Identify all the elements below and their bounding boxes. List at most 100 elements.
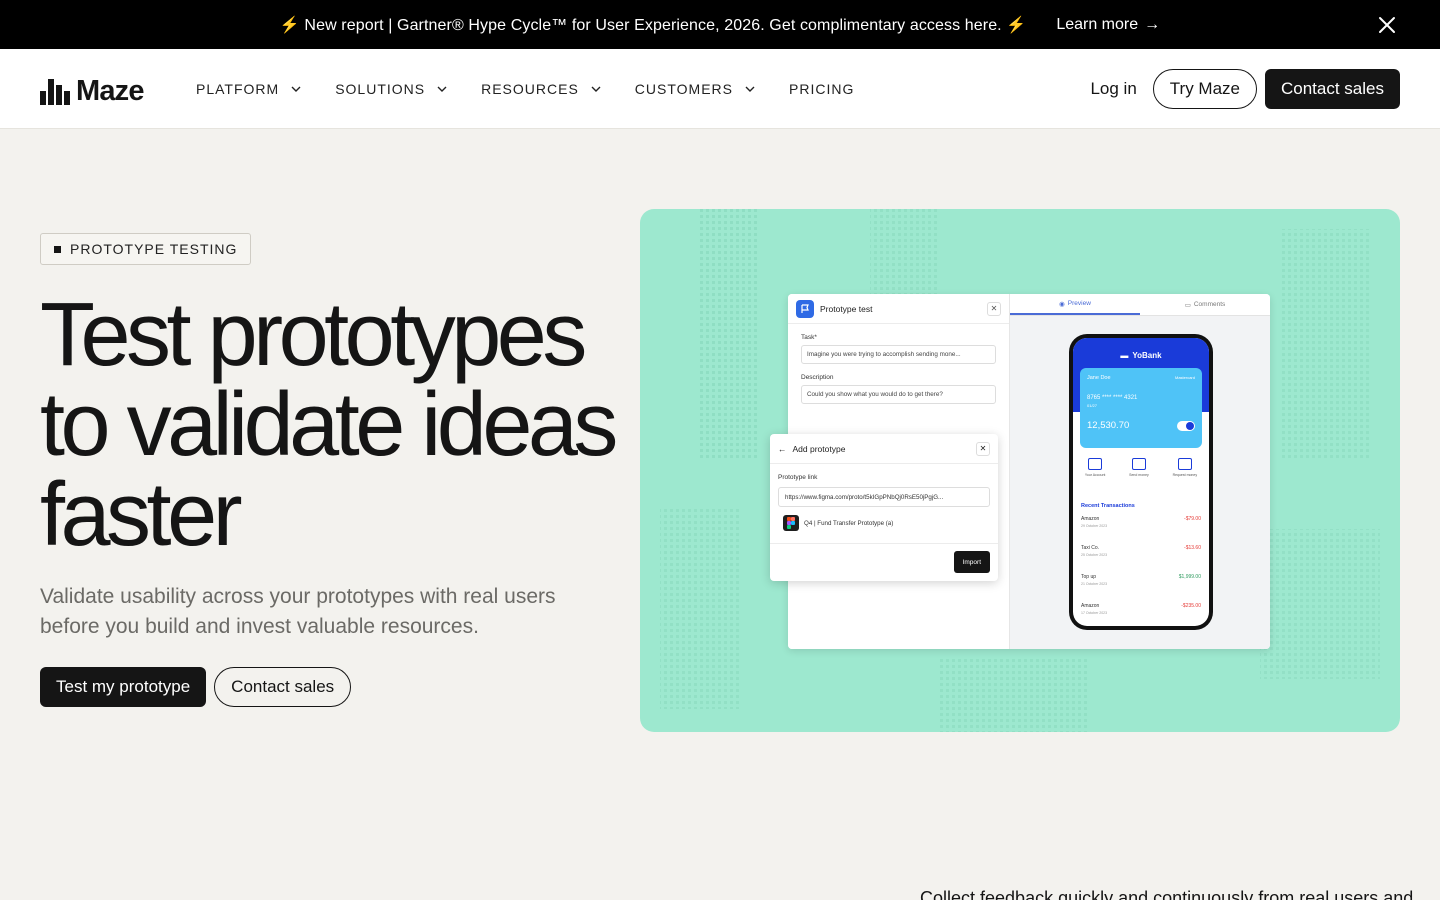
transaction-name: Amazon xyxy=(1081,603,1100,609)
task-field[interactable]: Imagine you were trying to accomplish se… xyxy=(801,345,996,364)
card-balance: 12,530.70 xyxy=(1087,420,1130,431)
transaction-date: 21 October 2023 xyxy=(1081,582,1108,586)
tab-preview[interactable]: ◉ Preview xyxy=(1010,294,1140,315)
main-navbar: Maze PLATFORM SOLUTIONS RESOURCES CUSTOM… xyxy=(0,49,1440,129)
transaction-name: Amazon xyxy=(1081,516,1100,522)
transaction-name: Top up xyxy=(1081,574,1097,580)
phone-mockup: ▬ YoBank Jane Doe Mastercard 8765 **** *… xyxy=(1069,334,1213,630)
bolt-icon: ⚡ xyxy=(1006,16,1027,34)
transaction-date: 17 October 2023 xyxy=(1081,611,1108,615)
phone-screen: ▬ YoBank Jane Doe Mastercard 8765 **** *… xyxy=(1073,338,1209,626)
recent-transactions-title: Recent Transactions xyxy=(1081,503,1135,509)
nav-item-customers[interactable]: CUSTOMERS xyxy=(635,81,755,97)
figma-icon xyxy=(783,515,799,531)
action-your-account[interactable]: Your Account xyxy=(1084,458,1106,477)
try-maze-button[interactable]: Try Maze xyxy=(1152,69,1257,109)
transaction-date: 25 October 2023 xyxy=(1081,553,1108,557)
section-badge: PROTOTYPE TESTING xyxy=(40,233,252,265)
chevron-down-icon xyxy=(291,86,301,92)
nav-actions: Log in Try Maze Contact sales xyxy=(1090,69,1400,109)
nav-item-platform[interactable]: PLATFORM xyxy=(196,81,301,97)
bank-building-icon xyxy=(1088,458,1103,470)
transaction-amount: -$13.60 xyxy=(1184,545,1201,551)
tab-label: Preview xyxy=(1067,300,1091,307)
nav-item-pricing[interactable]: PRICING xyxy=(789,81,854,97)
transaction-row[interactable]: Amazon 29 October 2023 -$79.00 xyxy=(1081,516,1201,528)
close-icon[interactable]: ✕ xyxy=(987,301,1001,316)
square-bullet-icon xyxy=(54,245,61,253)
arrow-right-icon: → xyxy=(1144,15,1161,33)
headline-line: to validate ideas xyxy=(40,375,618,475)
comment-icon: ▭ xyxy=(1184,301,1191,309)
action-label: Request money xyxy=(1172,473,1198,477)
send-money-icon xyxy=(1131,458,1146,470)
transaction-amount: $1,999.00 xyxy=(1178,574,1201,580)
next-section-teaser: Collect feedback quickly and continuousl… xyxy=(920,888,1414,900)
contact-sales-secondary-button[interactable]: Contact sales xyxy=(214,667,352,707)
prototype-link-input[interactable]: https://www.figma.com/proto/t5kIGpPNbQj0… xyxy=(778,487,990,507)
add-prototype-modal: ← Add prototype ✕ Prototype link https:/… xyxy=(770,434,998,581)
figma-file-name: Q4 | Fund Transfer Prototype (a) xyxy=(804,519,894,527)
card-type: Mastercard xyxy=(1174,375,1195,380)
import-button[interactable]: Import xyxy=(953,551,990,573)
tab-comments[interactable]: ▭ Comments xyxy=(1140,294,1270,315)
hero-subheading: Validate usability across your prototype… xyxy=(40,585,556,638)
request-money-icon xyxy=(1177,458,1192,470)
announcement-message[interactable]: ⚡ New report | Gartner® Hype Cycle™ for … xyxy=(280,15,1026,35)
close-icon[interactable]: ✕ xyxy=(976,441,990,456)
modal-title: Add prototype xyxy=(792,443,846,454)
chevron-down-icon xyxy=(591,86,601,92)
transaction-row[interactable]: Top up 21 October 2023 $1,999.00 xyxy=(1081,574,1201,586)
task-label: Task* xyxy=(801,334,817,341)
action-send-money[interactable]: Send money xyxy=(1129,458,1149,477)
learn-more-link[interactable]: Learn more → xyxy=(1056,16,1160,34)
hero-cta-row: Test my prototype Contact sales xyxy=(40,667,352,707)
figma-file-row: Q4 | Fund Transfer Prototype (a) xyxy=(783,515,990,531)
eye-icon: ◉ xyxy=(1059,300,1065,308)
nav-item-solutions[interactable]: SOLUTIONS xyxy=(335,81,447,97)
login-link[interactable]: Log in xyxy=(1090,79,1136,99)
arrow-left-icon[interactable]: ← xyxy=(778,444,787,454)
action-label: Your Account xyxy=(1084,473,1106,477)
learn-more-label: Learn more xyxy=(1056,15,1139,33)
action-request-money[interactable]: Request money xyxy=(1172,458,1198,477)
nav-item-label: PLATFORM xyxy=(196,81,280,97)
maze-logo[interactable]: Maze xyxy=(40,75,145,108)
nav-item-label: SOLUTIONS xyxy=(335,81,426,97)
card-number: 8765 **** **** 4321 xyxy=(1087,395,1138,401)
bolt-icon: ⚡ xyxy=(279,16,300,34)
chevron-down-icon xyxy=(437,86,447,92)
hero-headline: Test prototypes to validate ideas faster xyxy=(40,290,620,560)
transaction-row[interactable]: Amazon 17 October 2023 -$235.00 xyxy=(1081,603,1201,615)
contact-sales-button[interactable]: Contact sales xyxy=(1265,69,1400,109)
modal-header: ← Add prototype ✕ xyxy=(770,434,998,464)
headline-line: Test prototypes xyxy=(40,285,587,385)
nav-item-resources[interactable]: RESOURCES xyxy=(481,81,601,97)
card-balance-row: 12,530.70 xyxy=(1087,420,1195,431)
bank-card: Jane Doe Mastercard 8765 **** **** 4321 … xyxy=(1080,368,1202,448)
nav-item-label: PRICING xyxy=(789,81,855,97)
nav-item-label: CUSTOMERS xyxy=(634,81,733,97)
nav-menu: PLATFORM SOLUTIONS RESOURCES CUSTOMERS P… xyxy=(196,49,854,129)
chevron-down-icon xyxy=(745,86,755,92)
close-icon[interactable] xyxy=(1378,16,1396,34)
logo-text: Maze xyxy=(76,75,145,107)
bank-actions: Your Account Send money Request money xyxy=(1073,458,1209,477)
description-field[interactable]: Could you show what you would do to get … xyxy=(801,385,996,404)
card-expiry: 01/27 xyxy=(1087,403,1098,408)
tab-label: Comments xyxy=(1193,301,1226,308)
nav-item-label: RESOURCES xyxy=(481,81,579,97)
announcement-text[interactable]: New report | Gartner® Hype Cycle™ for Us… xyxy=(304,17,1001,34)
transaction-row[interactable]: Taxi Co. 25 October 2023 -$13.60 xyxy=(1081,545,1201,557)
badge-label: PROTOTYPE TESTING xyxy=(70,241,238,257)
panel-header: Prototype test ✕ xyxy=(788,294,1009,324)
product-showcase: Prototype test ✕ Task* Imagine you were … xyxy=(640,209,1400,732)
maze-logo-mark xyxy=(40,78,70,105)
announcement-bar: ⚡ New report | Gartner® Hype Cycle™ for … xyxy=(0,0,1440,49)
panel-title: Prototype test xyxy=(820,303,873,314)
flag-icon xyxy=(796,299,814,318)
card-toggle[interactable] xyxy=(1177,420,1195,431)
test-prototype-button[interactable]: Test my prototype xyxy=(40,667,207,707)
transaction-amount: -$235.00 xyxy=(1181,603,1201,609)
card-holder: Jane Doe xyxy=(1087,375,1111,381)
